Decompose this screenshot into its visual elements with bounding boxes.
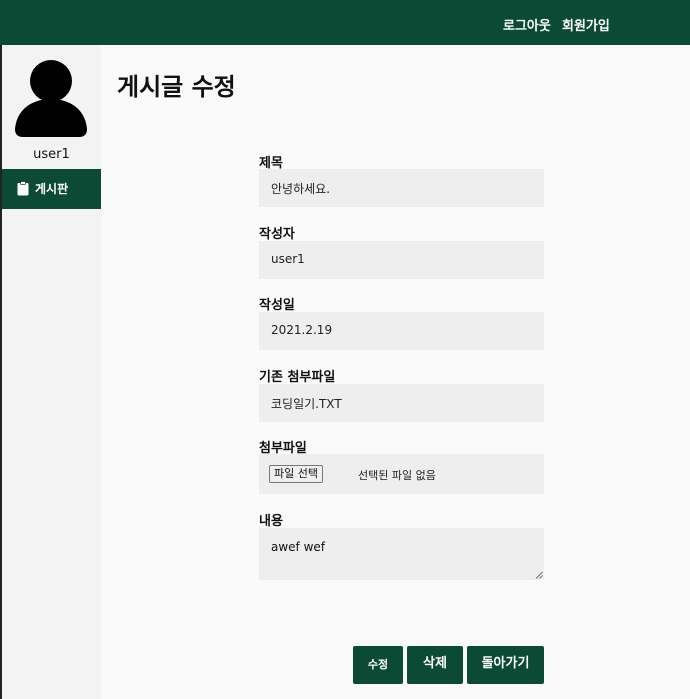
sidebar: user1 게시판: [2, 45, 101, 699]
existing-file-label: 기존 첨부파일: [259, 370, 336, 385]
attachment-field: 파일 선택 선택된 파일 없음: [259, 454, 544, 494]
date-label: 작성일: [259, 298, 295, 313]
title-field[interactable]: 안녕하세요.: [259, 169, 544, 207]
date-field: 2021.2.19: [259, 312, 544, 350]
choose-file-button[interactable]: 파일 선택: [269, 465, 323, 483]
existing-file-field: 코딩일기.TXT: [259, 384, 544, 422]
top-navbar: 로그아웃 회원가입: [0, 0, 690, 45]
content-label: 내용: [259, 514, 283, 529]
main-content: 게시글 수정 제목 안녕하세요. 작성자 user1 작성일 2021.2.19…: [101, 45, 690, 699]
file-status-text: 선택된 파일 없음: [358, 469, 436, 482]
resize-grip-icon[interactable]: [535, 571, 543, 579]
user-avatar-icon: [15, 60, 87, 137]
author-field: user1: [259, 241, 544, 279]
sidebar-item-board[interactable]: 게시판: [2, 169, 101, 209]
back-button[interactable]: 돌아가기: [467, 646, 544, 684]
clipboard-icon: [17, 181, 29, 196]
delete-button[interactable]: 삭제: [407, 646, 463, 684]
signup-link[interactable]: 회원가입: [562, 15, 610, 34]
sidebar-username: user1: [33, 147, 70, 162]
edit-button[interactable]: 수정: [353, 646, 403, 684]
author-label: 작성자: [259, 227, 295, 242]
content-textarea[interactable]: awef wef: [259, 528, 544, 580]
page-title: 게시글 수정: [117, 73, 236, 101]
logout-link[interactable]: 로그아웃: [503, 15, 551, 34]
sidebar-item-label: 게시판: [35, 182, 69, 196]
